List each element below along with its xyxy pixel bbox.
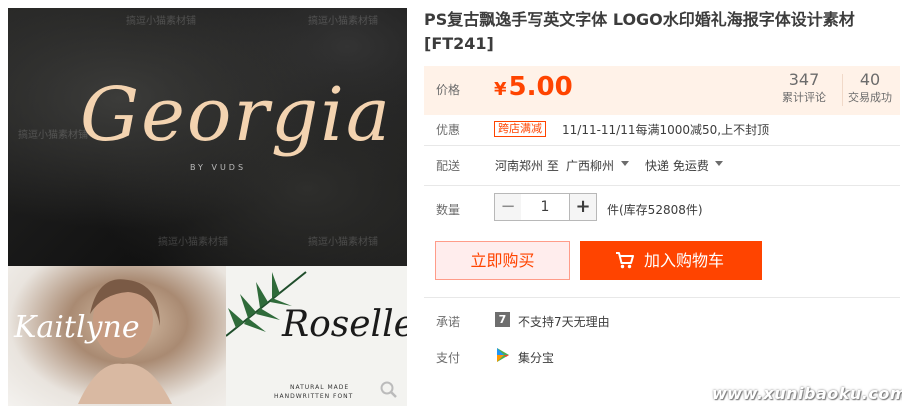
shipping-label: 配送 [436, 159, 461, 173]
shipping-from: 河南郑州 至 [495, 159, 559, 173]
product-image-portrait: Kaitlyne [8, 266, 226, 406]
font-sample-left: Kaitlyne [14, 310, 140, 345]
reviews-label: 累计评论 [782, 91, 826, 104]
site-watermark: www.xunibaoku.com [712, 384, 902, 403]
deals-stat: 40 交易成功 [839, 70, 901, 106]
image-watermark: 搞逗小猫素材铺 [158, 237, 228, 248]
product-image[interactable]: 搞逗小猫素材铺 搞逗小猫素材铺 搞逗小猫素材铺 搞逗小猫素材铺 搞逗小猫素材铺 … [8, 8, 407, 406]
image-watermark: 搞逗小猫素材铺 [308, 237, 378, 248]
jifenbao-icon [497, 348, 509, 362]
chevron-down-icon[interactable] [715, 161, 723, 166]
quantity-decrease-button[interactable]: − [494, 193, 522, 221]
price-label: 价格 [436, 83, 461, 97]
price-value: ¥5.00 [494, 72, 573, 102]
quantity-increase-button[interactable]: + [569, 193, 597, 221]
add-to-cart-label: 加入购物车 [644, 251, 725, 270]
reviews-count: 347 [788, 70, 820, 89]
payment-label: 支付 [436, 351, 461, 365]
promise-label: 承诺 [436, 315, 461, 329]
price-amount: 5.00 [508, 72, 573, 102]
quantity-label: 数量 [436, 203, 461, 217]
shopping-cart-icon [616, 252, 634, 269]
divider [424, 297, 900, 298]
seven-day-icon: 7 [495, 312, 510, 327]
product-image-top: 搞逗小猫素材铺 搞逗小猫素材铺 搞逗小猫素材铺 搞逗小猫素材铺 搞逗小猫素材铺 … [8, 8, 407, 266]
quantity-input[interactable]: 1 [521, 193, 569, 221]
currency-symbol: ¥ [494, 79, 507, 100]
font-sample-caption-1: NATURAL MADE [290, 384, 350, 391]
payment-method[interactable]: 集分宝 [518, 349, 554, 366]
product-title: PS复古飘逸手写英文字体 LOGO水印婚礼海报字体设计素材[FT241] [424, 10, 855, 53]
shipping-method[interactable]: 快递 免运费 [645, 157, 709, 174]
magnifier-icon[interactable] [379, 380, 399, 400]
buy-now-button[interactable]: 立即购买 [435, 241, 570, 280]
quantity-stock: 件(库存52808件) [607, 203, 703, 217]
promo-label: 优惠 [436, 123, 461, 137]
add-to-cart-button[interactable]: 加入购物车 [580, 241, 762, 280]
price-panel: 价格 ¥5.00 347 累计评论 40 交易成功 [424, 66, 900, 115]
divider [424, 145, 900, 146]
deals-count: 40 [859, 70, 881, 89]
font-sample-right: Roselle [282, 304, 407, 345]
image-watermark: 搞逗小猫素材铺 [308, 16, 378, 27]
chevron-down-icon[interactable] [621, 161, 629, 166]
promo-badge: 跨店满减 [494, 121, 546, 137]
shipping-destination[interactable]: 广西柳州 [566, 157, 614, 174]
image-watermark: 搞逗小猫素材铺 [18, 130, 88, 141]
reviews-stat[interactable]: 347 累计评论 [773, 70, 835, 106]
font-sample-byline: BY VUDS [190, 163, 247, 172]
promise-text[interactable]: 不支持7天无理由 [518, 313, 610, 330]
deals-label: 交易成功 [848, 91, 892, 104]
font-sample-caption-2: HANDWRITTEN FONT [274, 393, 354, 400]
promo-text: 11/11-11/11每满1000减50,上不封顶 [562, 123, 770, 137]
image-watermark: 搞逗小猫素材铺 [126, 16, 196, 27]
divider [424, 185, 900, 186]
font-sample-main: Georgia [80, 72, 392, 158]
